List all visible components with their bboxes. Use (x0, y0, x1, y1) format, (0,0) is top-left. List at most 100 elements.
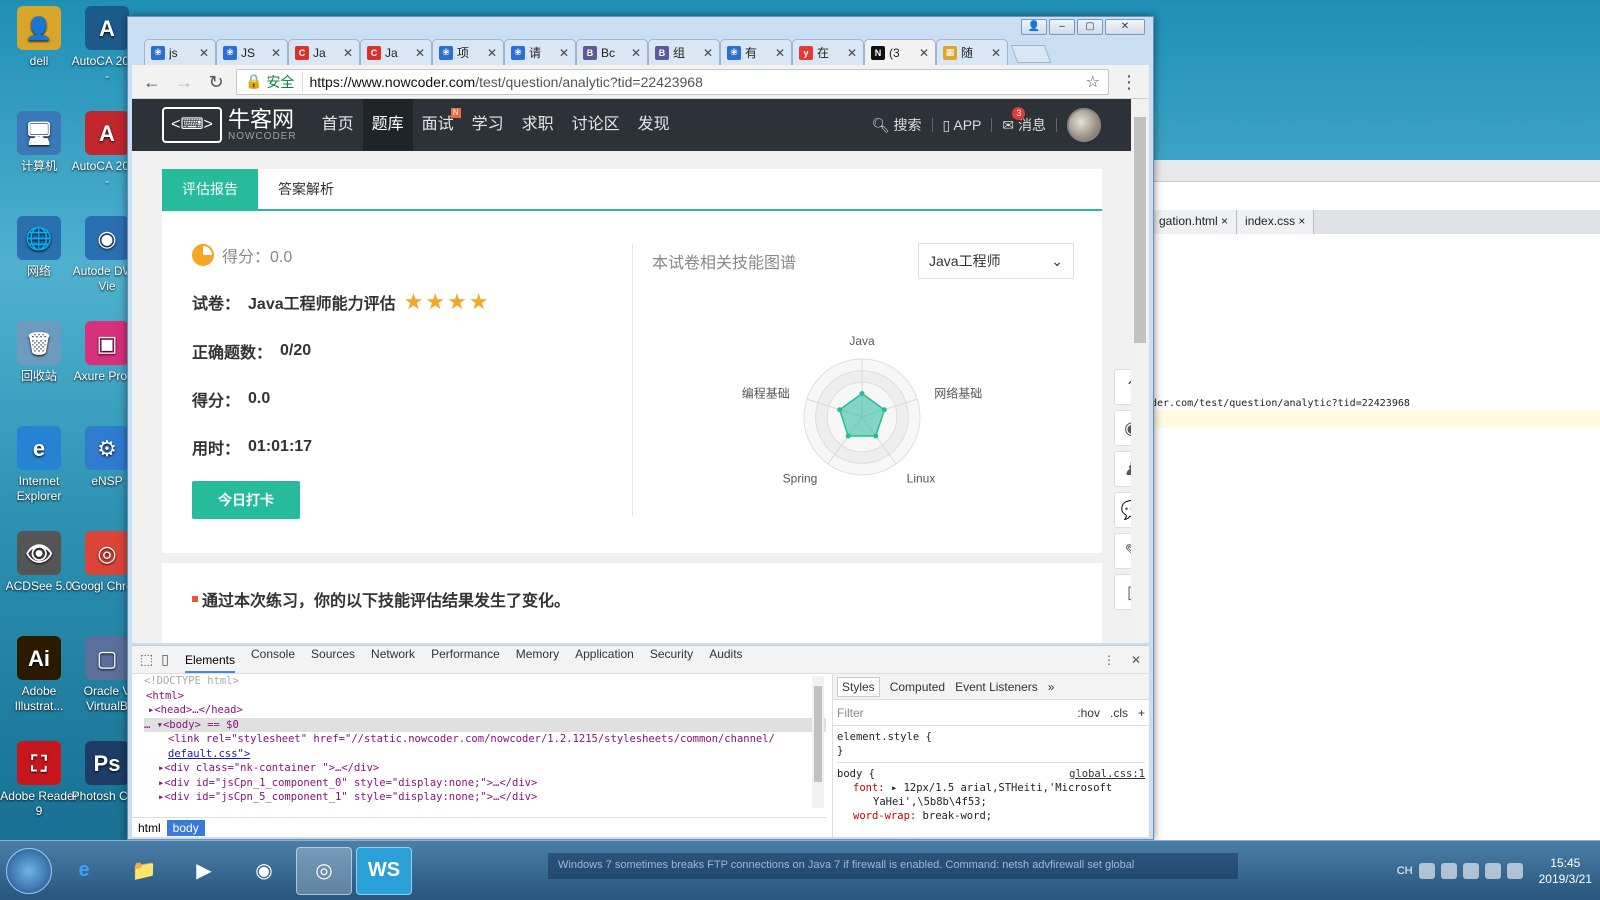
explorer-taskbar-icon[interactable]: 📁 (116, 847, 172, 895)
browser-tab[interactable]: N (3 ✕ (864, 39, 936, 65)
dom-node-line[interactable]: <link rel="stylesheet" href="//static.no… (144, 732, 826, 747)
browser-tab[interactable]: ❀ js ✕ (144, 39, 216, 65)
styles-filter[interactable]: Filter :hov .cls + (833, 700, 1149, 726)
desktop-icon[interactable]: 🗑 回收站 (0, 321, 78, 384)
volume-icon[interactable] (1484, 863, 1501, 879)
tab-computed[interactable]: Computed (890, 680, 945, 694)
close-tab-icon[interactable]: ✕ (487, 46, 497, 60)
close-tab-icon[interactable]: ✕ (703, 46, 713, 60)
browser-tab[interactable]: C Ja ✕ (288, 39, 360, 65)
nav-item[interactable]: 讨论区 (563, 99, 629, 151)
tray-app-icon[interactable] (1462, 863, 1479, 879)
tab-answer-analysis[interactable]: 答案解析 (258, 169, 354, 209)
dom-node-line[interactable]: … ▾<body> == $0 (144, 717, 826, 732)
ide-tab-navigation[interactable]: gation.html × (1151, 210, 1238, 234)
desktop-icon[interactable]: Ai Adobe Illustrat... (0, 636, 78, 714)
tab-evaluation-report[interactable]: 评估报告 (162, 169, 258, 209)
nav-item[interactable]: 求职 (513, 99, 563, 151)
close-tab-icon[interactable]: ✕ (271, 46, 281, 60)
chrome-taskbar-icon[interactable]: ◎ (296, 846, 352, 895)
close-tab-icon[interactable]: ✕ (991, 46, 1001, 60)
close-tab-icon[interactable]: ✕ (775, 46, 785, 60)
dom-node-line[interactable]: ▸<head>…</head> (144, 703, 826, 718)
inspect-icon[interactable]: ⬚ (140, 651, 153, 668)
mobile-icon[interactable]: ▯ (1114, 574, 1131, 610)
wechat-icon[interactable]: 💬 (1114, 492, 1131, 528)
new-tab-button[interactable] (1010, 45, 1052, 63)
hov-toggle[interactable]: :hov (1077, 706, 1100, 720)
devtools-tab[interactable]: Console (251, 647, 295, 673)
tab-styles[interactable]: Styles (837, 676, 880, 697)
dom-node-line[interactable]: <!DOCTYPE html> (144, 674, 826, 689)
browser-tab[interactable]: ❀ 请 ✕ (504, 39, 576, 65)
ie-taskbar-icon[interactable]: e (56, 847, 112, 895)
webstorm-taskbar-icon[interactable]: WS (356, 846, 412, 895)
messages-link[interactable]: ✉ 3 消息 (1002, 107, 1046, 135)
browser-tab[interactable]: y 在 ✕ (792, 39, 864, 65)
qq-icon[interactable]: ♟ (1114, 451, 1131, 487)
menu-kebab-icon[interactable]: ⋮ (1117, 70, 1141, 94)
nav-item[interactable]: 发现 (629, 99, 679, 151)
dom-node-line[interactable]: <html> (144, 689, 826, 704)
nav-item[interactable]: 学习 (463, 99, 513, 151)
devtools-tab[interactable]: Sources (311, 647, 355, 673)
close-window-button[interactable]: ✕ (1105, 19, 1145, 35)
nav-item[interactable]: 面试 N (413, 99, 463, 151)
browser-tab[interactable]: B Bc ✕ (576, 39, 648, 65)
user-icon[interactable]: 👤 (1021, 19, 1047, 35)
weibo-taskbar-icon[interactable]: ◉ (236, 847, 292, 895)
page-scrollbar[interactable] (1131, 99, 1149, 643)
close-tab-icon[interactable]: ✕ (199, 46, 209, 60)
crumb-html[interactable]: html (138, 821, 161, 835)
browser-tab[interactable]: ❀ 项 ✕ (432, 39, 504, 65)
reload-icon[interactable]: ↻ (204, 70, 228, 94)
minimize-button[interactable]: – (1049, 19, 1075, 35)
dom-scrollbar[interactable] (812, 676, 824, 808)
ide-tab-index-css[interactable]: index.css × (1237, 210, 1315, 234)
edit-icon[interactable]: ✎ (1114, 533, 1131, 569)
maximize-button[interactable]: ▢ (1077, 19, 1103, 35)
cls-toggle[interactable]: .cls (1110, 706, 1128, 720)
devtools-tab[interactable]: Audits (709, 647, 742, 673)
secure-indicator[interactable]: 🔒 安全 (245, 71, 304, 92)
browser-tab[interactable]: ❀ JS ✕ (216, 39, 288, 65)
address-bar[interactable]: 🔒 安全 https://www.nowcoder.com/test/quest… (236, 68, 1109, 95)
keyboard-icon[interactable] (1418, 863, 1435, 879)
help-icon[interactable] (1440, 863, 1457, 879)
back-to-top-icon[interactable]: ⌃ (1114, 369, 1131, 405)
add-rule-icon[interactable]: + (1138, 706, 1145, 720)
weibo-icon[interactable]: ◉ (1114, 410, 1131, 446)
job-select[interactable]: Java工程师 ⌄ (918, 243, 1074, 279)
more-tabs-icon[interactable]: » (1048, 680, 1055, 694)
devtools-tab[interactable]: Memory (516, 647, 559, 673)
nav-item[interactable]: 题库 (362, 99, 413, 151)
checkin-button[interactable]: 今日打卡 (192, 481, 300, 519)
radar-point[interactable] (837, 407, 843, 413)
dom-node-line[interactable]: ▸<div class="nk-container ">…</div> (144, 761, 826, 776)
browser-tab[interactable]: B 组 ✕ (648, 39, 720, 65)
close-tab-icon[interactable]: ✕ (415, 46, 425, 60)
devtools-tab[interactable]: Performance (431, 647, 500, 673)
radar-point[interactable] (845, 433, 851, 439)
site-logo[interactable]: <⌨> 牛客网 NOWCODER (162, 107, 297, 143)
desktop-icon[interactable]: e Internet Explorer (0, 426, 78, 504)
close-tab-icon[interactable]: ✕ (847, 46, 857, 60)
devtools-tab[interactable]: Network (371, 647, 415, 673)
desktop-icon[interactable]: 🌐 网络 (0, 216, 78, 279)
close-tab-icon[interactable]: ✕ (343, 46, 353, 60)
devtools-tab[interactable]: Security (650, 647, 693, 673)
dom-tree[interactable]: <!DOCTYPE html> <html> ▸<head>…</head>… ▾<… (132, 674, 826, 810)
clock[interactable]: 15:45 2019/3/21 (1539, 855, 1592, 887)
media-player-taskbar-icon[interactable]: ▶ (176, 847, 232, 895)
start-button[interactable] (6, 847, 52, 894)
browser-tab[interactable]: ▦ 随 ✕ (936, 39, 1008, 65)
search-link[interactable]: 🔍︎ 搜索 (872, 115, 922, 135)
browser-tab[interactable]: ❀ 有 ✕ (720, 39, 792, 65)
forward-icon[interactable]: → (172, 70, 196, 94)
radar-point[interactable] (881, 407, 887, 413)
browser-tab[interactable]: C Ja ✕ (360, 39, 432, 65)
dom-node-line[interactable]: default.css"> (144, 747, 826, 762)
radar-point[interactable] (873, 433, 879, 439)
close-tab-icon[interactable]: ✕ (631, 46, 641, 60)
network-icon[interactable] (1506, 863, 1523, 879)
